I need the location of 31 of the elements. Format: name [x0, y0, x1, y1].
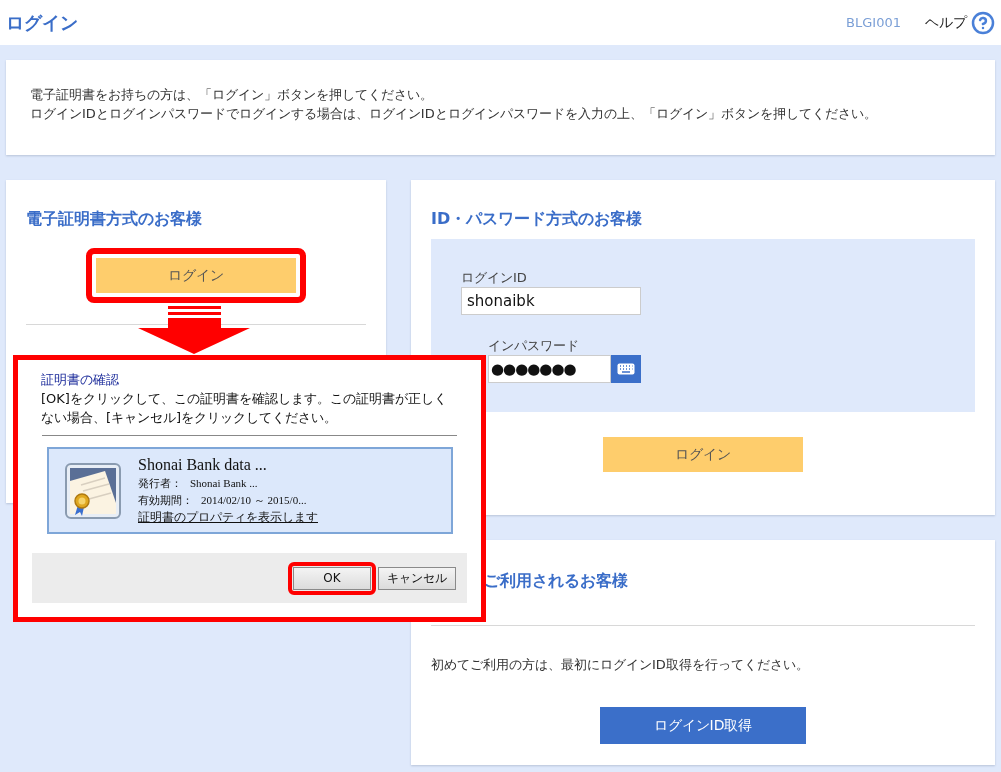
certificate-item[interactable]: Shonai Bank data ... 発行者： Shonai Bank ... 有効期間： 2014/02/10 ～ 2015/0... 証明書のプロパティを表示します [47, 447, 453, 534]
dialog-button[interactable]: OK [293, 566, 371, 590]
dialog-message: [OK]をクリックして、この証明書を確認します。この証明書が正しくない場合、[キャンセル]をクリックしてください。 [41, 390, 448, 427]
section-title: 電子証明書方式のお客様 [26, 208, 203, 230]
field-label: インパスワード [488, 337, 580, 354]
help-icon[interactable] [971, 10, 995, 35]
issuer-label: 発行者： [138, 476, 182, 491]
keyboard-button[interactable] [611, 355, 641, 383]
notice-text: ログインIDとログインパスワードでログインする場合は、ログインIDとログインパスワードを入力の上、「ログイン」ボタンを押してください。 [30, 105, 878, 123]
dialog-button[interactable]: キャンセル [378, 566, 456, 590]
field-label: ログインID [461, 269, 528, 286]
get-login-id-button[interactable]: ログインID取得 [600, 707, 806, 744]
password-field[interactable]: ●●●●●●● [488, 355, 611, 383]
screen-id: BLGI001 [846, 13, 901, 32]
dialog-title: 証明書の確認 [41, 371, 120, 389]
validity-value: 2014/02/10 ～ 2015/0... [201, 493, 307, 508]
validity-label: 有効期間： [138, 493, 193, 508]
first-time-text: 初めてご利用の方は、最初にログインID取得を行ってください。 [431, 656, 810, 673]
keyboard-icon [617, 363, 635, 375]
certificate-icon [65, 462, 121, 519]
section-title: ご利用されるお客様 [484, 570, 628, 592]
certificate-properties-link[interactable]: 証明書のプロパティを表示します [138, 509, 318, 526]
login-button[interactable]: ログイン [96, 258, 296, 293]
login-button[interactable]: ログイン [603, 437, 803, 472]
issuer-value: Shonai Bank ... [190, 476, 258, 491]
certificate-name: Shonai Bank data ... [138, 455, 268, 475]
help-link[interactable]: ヘルプ [925, 12, 967, 33]
login-id-field[interactable]: shonaibk [461, 287, 641, 315]
section-title: ID・パスワード方式のお客様 [431, 208, 644, 230]
page-title: ログイン [6, 11, 78, 35]
notice-text: 電子証明書をお持ちの方は、「ログイン」ボタンを押してください。 [30, 86, 434, 104]
